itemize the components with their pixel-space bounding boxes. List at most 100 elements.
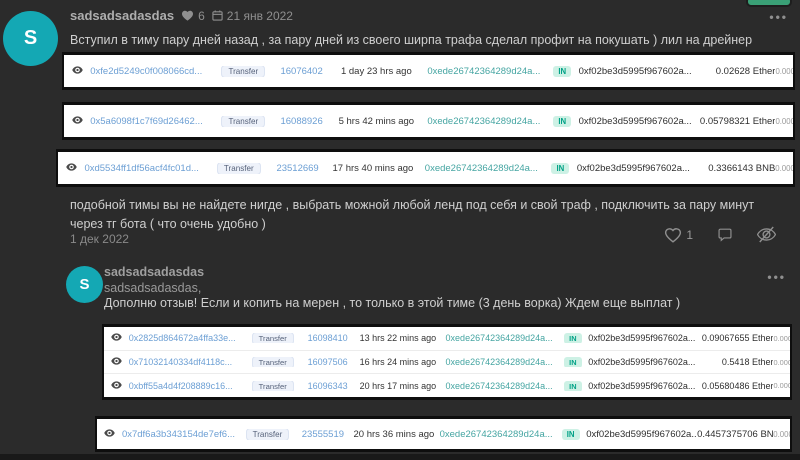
transaction-screenshot-2: 0x5a6098f1c7f69d26462... Transfer 160889… (62, 102, 795, 140)
tx-fee: 0.00027318⚡ (775, 117, 793, 126)
eye-icon[interactable] (64, 66, 90, 77)
top-green-button[interactable] (746, 0, 792, 7)
tx-fee: 0.000105 (773, 430, 790, 439)
block-number-link[interactable]: 16096343 (300, 381, 355, 391)
reply-mention[interactable]: sadsadsadasdas, (104, 281, 201, 295)
from-address-link[interactable]: 0xede26742364289d24a... (441, 357, 558, 367)
tx-fee: 0.00024792⚡ (775, 67, 793, 76)
tx-hash-link[interactable]: 0xbff55a4d4f208889c16... (129, 381, 246, 391)
reply-menu-button[interactable]: ••• (767, 270, 786, 284)
direction-badge: IN (564, 357, 581, 367)
to-address: 0xf02be3d5995f967602a... (588, 333, 698, 343)
eye-off-icon (757, 226, 776, 243)
to-address: 0xf02be3d5995f967602a... (588, 357, 698, 367)
bottom-divider (0, 454, 800, 460)
from-address-link[interactable]: 0xede26742364289d24a... (422, 116, 546, 127)
block-number-link[interactable]: 16076402 (272, 66, 330, 77)
direction-badge: IN (564, 333, 581, 343)
tx-age: 20 hrs 17 mins ago (355, 381, 441, 391)
tx-hash-link[interactable]: 0xfe2d5249c0f008066cd... (90, 66, 214, 77)
tx-age: 20 hrs 36 mins ago (351, 429, 438, 440)
from-address-link[interactable]: 0xede26742364289d24a... (419, 163, 544, 174)
transaction-row: 0x7df6a3b343154de7ef6... Transfer 235555… (97, 419, 790, 449)
tx-amount: 0.05798321 Ether (695, 116, 775, 127)
like-button[interactable]: 1 (664, 227, 693, 243)
transaction-row: 0x5a6098f1c7f69d26462... Transfer 160889… (64, 105, 793, 137)
post-likes: 6 (181, 9, 205, 23)
transaction-row: 0x2825d864672a4ffa33e... Transfer 160984… (104, 327, 790, 351)
direction-badge: IN (562, 429, 580, 440)
reply-avatar[interactable]: S (66, 266, 103, 303)
direction-badge: IN (564, 381, 581, 391)
block-number-link[interactable]: 23512669 (268, 163, 327, 174)
tx-amount: 0.09067655 Ether (698, 333, 773, 343)
reply-body: Дополню отзыв! Если и копить на мерен , … (104, 296, 764, 310)
method-badge: Transfer (252, 381, 294, 391)
block-number-link[interactable]: 23555519 (295, 429, 350, 440)
eye-icon[interactable] (64, 116, 90, 127)
post-body: Вступил в тиму пару дней назад , за пару… (70, 31, 782, 49)
to-address: 0xf02be3d5995f967602a... (577, 163, 695, 174)
comment-icon (717, 227, 733, 242)
post-author[interactable]: sadsadsadasdas (70, 8, 174, 23)
block-number-link[interactable]: 16088926 (272, 116, 330, 127)
tx-hash-link[interactable]: 0x5a6098f1c7f69d26462... (90, 116, 214, 127)
tx-age: 16 hrs 24 mins ago (355, 357, 441, 367)
eye-icon[interactable] (97, 429, 122, 440)
method-badge: Transfer (252, 357, 294, 367)
to-address: 0xf02be3d5995f967602a... (586, 429, 697, 440)
eye-icon[interactable] (104, 381, 129, 391)
avatar[interactable]: S (3, 11, 58, 66)
transaction-row: 0xfe2d5249c0f008066cd... Transfer 160764… (64, 55, 793, 87)
direction-badge: IN (553, 116, 571, 127)
comment-button[interactable] (717, 227, 733, 242)
block-number-link[interactable]: 16098410 (300, 333, 355, 343)
tx-hash-link[interactable]: 0x7df6a3b343154de7ef6... (122, 429, 240, 440)
tx-hash-link[interactable]: 0x71032140334df4118c... (129, 357, 246, 367)
tx-hash-link[interactable]: 0x2825d864672a4ffa33e... (129, 333, 246, 343)
eye-icon[interactable] (104, 357, 129, 367)
eye-icon[interactable] (104, 333, 129, 343)
post-menu-button[interactable]: ••• (769, 10, 788, 24)
bottom-transaction-screenshot: 0x7df6a3b343154de7ef6... Transfer 235555… (95, 416, 792, 452)
tx-age: 5 hrs 42 mins ago (331, 116, 422, 127)
tx-fee: 0.00025892⚡ (773, 358, 790, 367)
tx-fee: 0.00031609⚡ (773, 334, 790, 343)
post-date-meta: 21 янв 2022 (212, 9, 293, 23)
tx-amount: 0.02628 Ether (695, 66, 775, 77)
post-header: sadsadsadasdas 6 21 янв 2022 (70, 8, 293, 23)
tx-hash-link[interactable]: 0xd5534ff1df56acf4fc01d... (84, 163, 209, 174)
direction-badge: IN (551, 163, 569, 174)
from-address-link[interactable]: 0xede26742364289d24a... (422, 66, 546, 77)
hide-button[interactable] (757, 226, 776, 243)
heart-outline-icon (664, 227, 682, 243)
method-badge: Transfer (217, 163, 261, 174)
tx-age: 1 day 23 hrs ago (331, 66, 422, 77)
tx-amount: 0.5418 Ether (698, 357, 773, 367)
method-badge: Transfer (246, 429, 290, 440)
transaction-row: 0xbff55a4d4f208889c16... Transfer 160963… (104, 374, 790, 397)
method-badge: Transfer (252, 333, 294, 343)
reply-author[interactable]: sadsadsadasdas (104, 265, 204, 279)
to-address: 0xf02be3d5995f967602a... (588, 381, 698, 391)
post-footer-date: 1 дек 2022 (70, 232, 129, 246)
from-address-link[interactable]: 0xede26742364289d24a... (441, 381, 558, 391)
from-address-link[interactable]: 0xede26742364289d24a... (441, 333, 558, 343)
like-count: 1 (686, 228, 693, 242)
tx-fee: 0.000105 (775, 164, 793, 173)
from-address-link[interactable]: 0xede26742364289d24a... (437, 429, 555, 440)
transaction-screenshot-1: 0xfe2d5249c0f008066cd... Transfer 160764… (62, 52, 795, 90)
method-badge: Transfer (221, 116, 265, 127)
transaction-row: 0xd5534ff1df56acf4fc01d... Transfer 2351… (58, 152, 793, 184)
heart-icon (181, 10, 194, 21)
reply-transaction-screenshot: 0x2825d864672a4ffa33e... Transfer 160984… (102, 324, 792, 400)
tx-age: 13 hrs 22 mins ago (355, 333, 441, 343)
tx-fee: 0.00023356⚡ (773, 381, 790, 390)
tx-age: 17 hrs 40 mins ago (327, 163, 419, 174)
tx-amount: 0.3366143 BNB (694, 163, 775, 174)
block-number-link[interactable]: 16097506 (300, 357, 355, 367)
transaction-screenshot-3: 0xd5534ff1df56acf4fc01d... Transfer 2351… (56, 149, 795, 187)
tx-amount: 0.4457375706 BNB (697, 429, 773, 440)
direction-badge: IN (553, 66, 571, 77)
eye-icon[interactable] (58, 163, 84, 174)
